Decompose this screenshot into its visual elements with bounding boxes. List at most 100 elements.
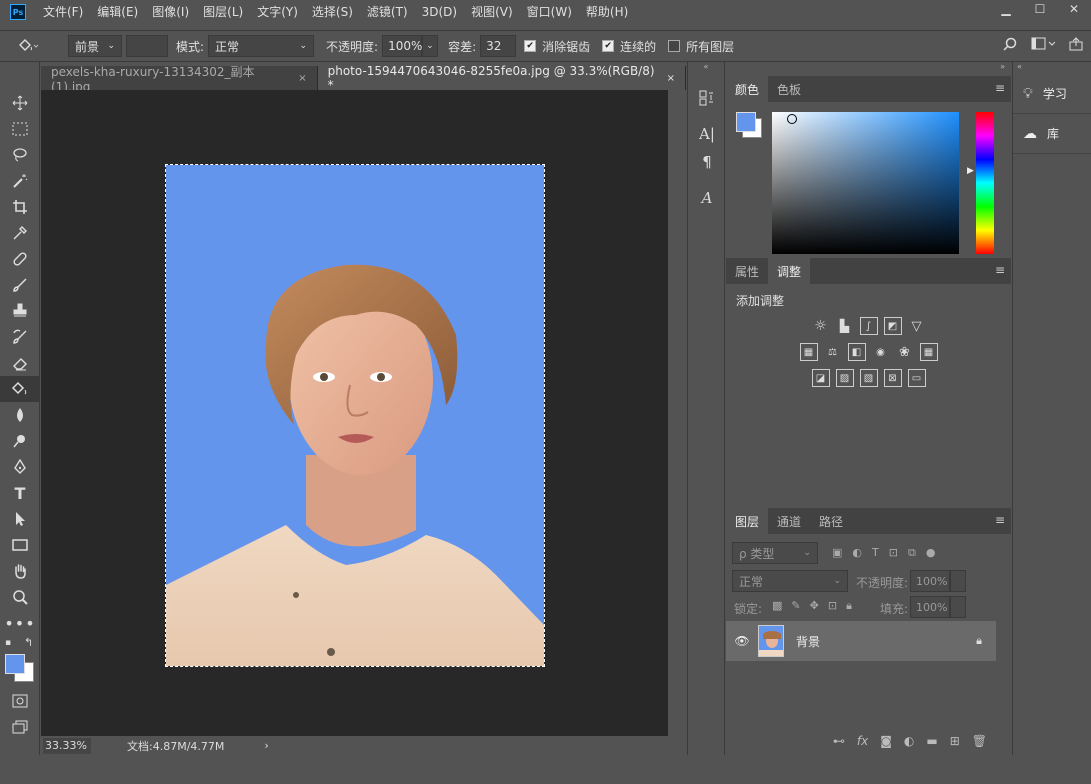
lock-image-icon[interactable]: ✎ [791, 599, 800, 613]
mode-select[interactable]: 正常 ⌄ [208, 35, 315, 57]
threshold-icon[interactable]: ▧ [859, 369, 878, 387]
levels-icon[interactable]: ▙ [836, 317, 854, 335]
dodge-tool-icon[interactable] [0, 428, 40, 454]
menu-select[interactable]: 选择(S) [305, 0, 360, 24]
healing-brush-tool-icon[interactable] [0, 246, 40, 272]
path-selection-tool-icon[interactable] [0, 506, 40, 532]
lock-artboard-icon[interactable]: ⊡ [828, 599, 837, 613]
menu-type[interactable]: 文字(Y) [250, 0, 305, 24]
vibrance-icon[interactable]: ▽ [908, 317, 926, 335]
pen-tool-icon[interactable] [0, 454, 40, 480]
eraser-tool-icon[interactable] [0, 350, 40, 376]
pixel-filter-icon[interactable]: ▣ [832, 546, 842, 560]
menu-view[interactable]: 视图(V) [464, 0, 520, 24]
magic-wand-tool-icon[interactable] [0, 168, 40, 194]
collapse-strip-icon[interactable]: « [688, 62, 724, 84]
menu-3d[interactable]: 3D(D) [415, 0, 464, 24]
contiguous-checkbox[interactable]: ✔ [602, 40, 615, 52]
rectangle-tool-icon[interactable] [0, 532, 40, 558]
hand-tool-icon[interactable] [0, 558, 40, 584]
brightness-icon[interactable]: ☼ [812, 317, 830, 335]
panel-menu-icon[interactable]: ≡ [995, 263, 1005, 277]
type-filter-icon[interactable]: T [872, 546, 879, 560]
channel-mixer-icon[interactable]: ❀ [896, 343, 914, 361]
close-button[interactable]: ✕ [1057, 0, 1091, 18]
collapse-panels-icon[interactable]: » [726, 62, 1011, 76]
hue-saturation-icon[interactable]: ▦ [799, 343, 818, 361]
fg-color-chip[interactable] [736, 112, 756, 132]
eyedropper-tool-icon[interactable] [0, 220, 40, 246]
adjustment-filter-icon[interactable]: ◐ [852, 546, 862, 560]
black-white-icon[interactable]: ◧ [847, 343, 866, 361]
close-tab-icon[interactable]: × [298, 73, 306, 84]
paint-bucket-preset-icon[interactable] [0, 38, 56, 54]
lock-transparent-icon[interactable]: ▩ [772, 599, 782, 613]
glyphs-panel-icon[interactable]: A [688, 184, 726, 212]
fx-icon[interactable]: fx [857, 734, 868, 748]
maximize-button[interactable]: ☐ [1023, 0, 1057, 18]
filter-toggle-icon[interactable]: ● [926, 546, 936, 560]
history-panel-icon[interactable] [688, 84, 726, 112]
antialias-checkbox[interactable]: ✔ [524, 40, 537, 52]
brush-tool-icon[interactable] [0, 272, 40, 298]
search-icon[interactable] [1003, 37, 1017, 54]
zoom-tool-icon[interactable] [0, 584, 40, 610]
fill-dropdown[interactable] [950, 596, 966, 618]
opacity-dropdown[interactable]: ⌄ [422, 35, 439, 57]
hue-slider-handle[interactable]: ▶ [967, 166, 974, 176]
selective-color-icon[interactable]: ⊠ [883, 369, 902, 387]
menu-image[interactable]: 图像(I) [145, 0, 196, 24]
shape-filter-icon[interactable]: ⊡ [889, 546, 898, 560]
all-layers-checkbox[interactable] [668, 40, 681, 52]
learn-panel-button[interactable]: 💡︎ 学习 [1013, 74, 1091, 114]
curves-icon[interactable]: ∫ [859, 317, 878, 335]
marquee-tool-icon[interactable] [0, 116, 40, 142]
layer-row-background[interactable]: 👁︎ 背景 🔒︎ [726, 621, 996, 661]
stamp-tool-icon[interactable] [0, 298, 40, 324]
quick-mask-icon[interactable] [0, 688, 40, 714]
default-colors-icon[interactable]: ▪ [5, 638, 11, 648]
close-tab-icon[interactable]: × [667, 73, 675, 84]
library-panel-button[interactable]: ☁ 库 [1013, 114, 1091, 154]
invert-icon[interactable]: ◪ [811, 369, 830, 387]
layer-opacity-dropdown[interactable] [950, 570, 966, 592]
status-menu-arrow[interactable]: › [264, 739, 268, 752]
smart-object-filter-icon[interactable]: ⧉ [908, 546, 916, 560]
foreground-color-swatch[interactable] [5, 654, 25, 674]
lock-all-icon[interactable]: 🔒︎ [846, 599, 852, 613]
fill-input[interactable]: 100% [910, 596, 950, 618]
new-group-icon[interactable]: ▬ [926, 734, 937, 748]
move-tool-icon[interactable] [0, 90, 40, 116]
blend-mode-select[interactable]: 正常 ⌄ [732, 570, 848, 592]
more-tools-icon[interactable]: ••• [0, 610, 40, 636]
tab-properties[interactable]: 属性 [726, 258, 768, 284]
lasso-tool-icon[interactable] [0, 142, 40, 168]
minimize-button[interactable]: ▁ [989, 0, 1023, 18]
document-canvas[interactable] [165, 164, 545, 667]
add-mask-icon[interactable]: ◙ [880, 734, 892, 748]
layer-kind-filter[interactable]: ρ 类型 ⌄ [732, 542, 818, 564]
tab-paths[interactable]: 路径 [810, 508, 852, 534]
new-adjustment-icon[interactable]: ◐ [904, 734, 914, 748]
delete-layer-icon[interactable]: 🗑︎ [972, 734, 987, 748]
menu-window[interactable]: 窗口(W) [520, 0, 579, 24]
tab-adjustments[interactable]: 调整 [768, 258, 811, 284]
posterize-icon[interactable]: ▨ [835, 369, 854, 387]
menu-filter[interactable]: 滤镜(T) [360, 0, 415, 24]
share-icon[interactable] [1069, 37, 1083, 54]
panel-menu-icon[interactable]: ≡ [995, 81, 1005, 95]
opacity-input[interactable]: 100% [382, 35, 422, 57]
blur-tool-icon[interactable] [0, 402, 40, 428]
menu-edit[interactable]: 编辑(E) [90, 0, 145, 24]
tolerance-input[interactable]: 32 [480, 35, 517, 57]
screen-mode-icon[interactable] [0, 714, 40, 740]
workspace-icon[interactable] [1031, 37, 1056, 54]
swap-colors-icon[interactable]: ↰ [24, 636, 33, 649]
tab-document-1[interactable]: pexels-kha-ruxury-13134302_副本(1).jpg × [41, 65, 318, 94]
menu-help[interactable]: 帮助(H) [579, 0, 635, 24]
zoom-level-input[interactable]: 33.33% [43, 737, 91, 754]
crop-tool-icon[interactable] [0, 194, 40, 220]
pattern-picker[interactable] [126, 35, 168, 57]
menu-file[interactable]: 文件(F) [36, 0, 90, 24]
layer-opacity-input[interactable]: 100% [910, 570, 950, 592]
